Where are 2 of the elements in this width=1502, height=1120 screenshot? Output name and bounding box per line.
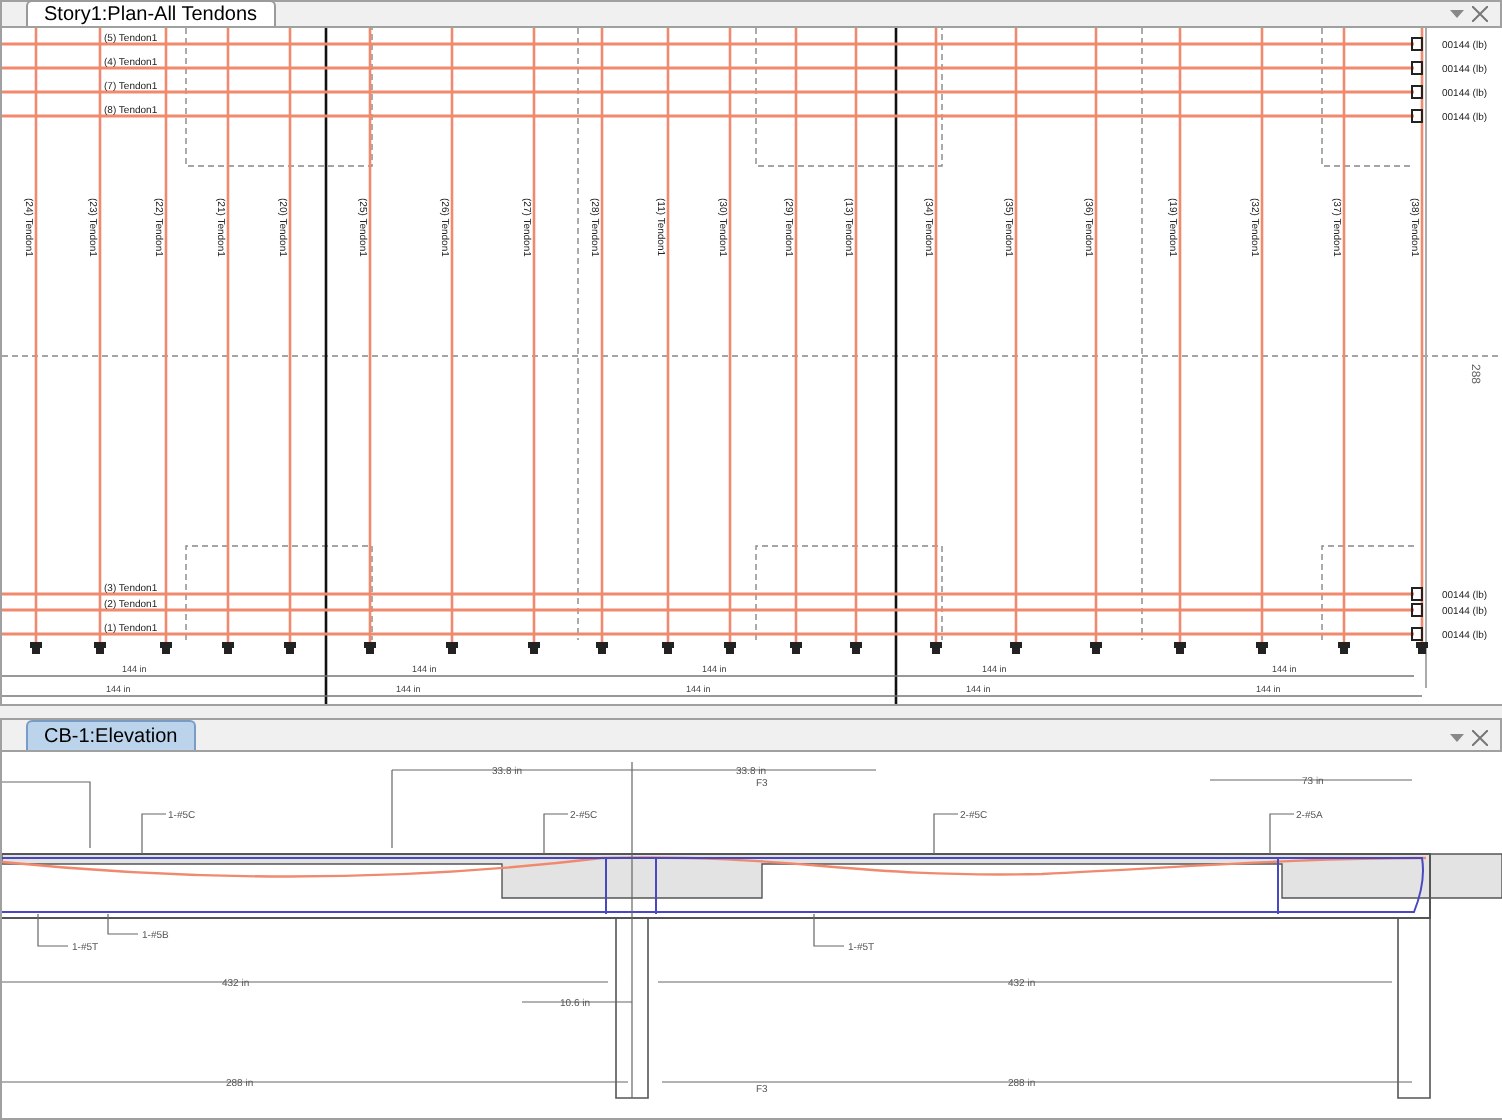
panel-tab[interactable]: Story1:Plan-All Tendons bbox=[26, 0, 276, 26]
panel-tab[interactable]: CB-1:Elevation bbox=[26, 720, 196, 750]
